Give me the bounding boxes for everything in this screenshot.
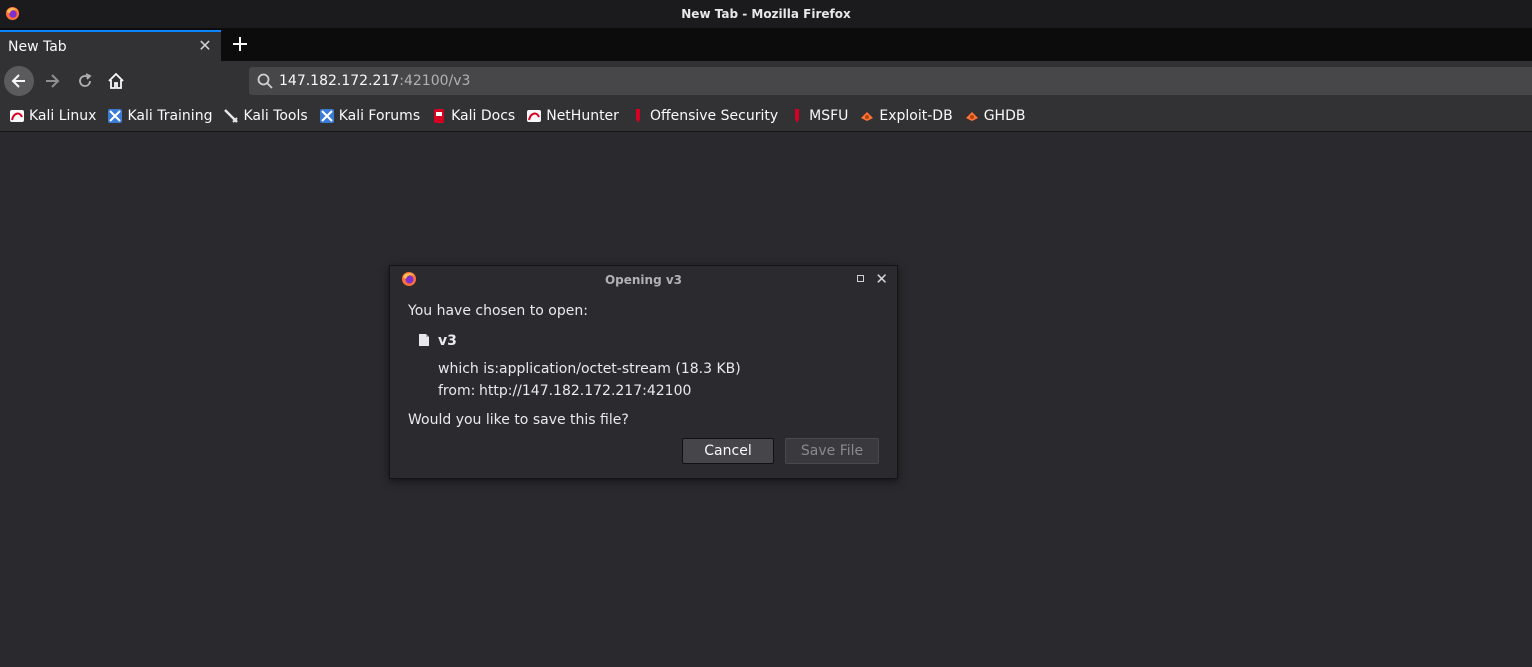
save-file-button[interactable]: Save File [785,438,879,464]
bookmark-label: GHDB [983,108,1026,124]
from-label: from: [438,383,476,399]
download-dialog: Opening v3 ✕ You have chosen to open: v3… [389,265,898,479]
kali-training-icon [108,109,123,123]
bookmark-kali-docs[interactable]: Kali Docs [431,104,515,128]
url-bar[interactable]: 147.182.172.217:42100/v3 [249,67,1532,95]
window-titlebar: New Tab - Mozilla Firefox [0,0,1532,28]
bookmark-label: Kali Docs [451,108,516,124]
bookmark-label: Offensive Security [649,108,779,124]
bookmark-kali-forums[interactable]: Kali Forums [319,104,420,128]
url-host: 147.182.172.217 [279,73,400,89]
file-name: v3 [438,333,457,349]
new-tab-plus-icon[interactable] [229,33,251,55]
bookmark-label: Exploit-DB [879,108,953,124]
reload-button[interactable] [70,66,100,96]
file-type-value: application/octet-stream (18.3 KB) [499,361,741,377]
bookmark-offensive-security[interactable]: Offensive Security [630,104,778,128]
bookmark-kali-tools[interactable]: Kali Tools [223,104,308,128]
dialog-question: Would you like to save this file? [408,412,629,428]
bookmark-label: Kali Tools [243,108,308,124]
window-title: New Tab - Mozilla Firefox [681,7,851,21]
offsec-icon [635,109,640,123]
firefox-logo-icon [5,6,20,21]
msfu-icon [795,109,800,123]
bookmark-nethunter[interactable]: NetHunter [526,104,619,128]
bookmarks-toolbar: Kali Linux Kali Training Kali Tools Kali… [0,101,1532,132]
bookmark-label: Kali Forums [338,108,421,124]
dialog-titlebar: Opening v3 ✕ [390,266,897,293]
bookmark-label: Kali Linux [29,108,97,124]
bookmark-exploit-db[interactable]: Exploit-DB [859,104,953,128]
arrow-left-icon [11,74,25,88]
kali-dragon-icon [10,110,24,122]
reload-icon [79,73,92,87]
back-button[interactable] [4,66,34,96]
forward-button[interactable] [37,66,67,96]
dialog-title: Opening v3 [604,272,683,287]
search-icon [257,73,273,89]
which-is-label: which is: [438,361,500,377]
kali-docs-icon [434,109,445,123]
dialog-intro: You have chosen to open: [408,303,588,319]
bookmark-label: MSFU [809,108,849,124]
bookmark-ghdb[interactable]: GHDB [964,104,1026,128]
tab-label: New Tab [8,38,67,55]
file-icon [419,334,429,346]
bookmark-msfu[interactable]: MSFU [789,104,848,128]
source-url-value: http://147.182.172.217:42100 [479,383,692,399]
bookmark-kali-training[interactable]: Kali Training [107,104,212,128]
firefox-logo-icon [402,272,416,286]
arrow-right-icon [46,74,60,88]
kali-forums-icon [319,109,334,123]
bookmark-label: NetHunter [546,108,619,124]
url-path: :42100/v3 [399,73,471,89]
kali-tools-icon [224,109,239,123]
home-button[interactable] [101,66,131,96]
close-icon[interactable]: ✕ [875,270,888,288]
maximize-icon[interactable] [857,275,864,282]
close-tab-icon[interactable]: ✕ [197,38,213,54]
bookmark-kali-linux[interactable]: Kali Linux [9,104,96,128]
navigation-toolbar: 147.182.172.217:42100/v3 [0,61,1532,101]
exploitdb-icon [861,112,874,121]
tab-strip: New Tab ✕ [0,28,1532,61]
bookmark-label: Kali Training [127,108,213,124]
ghdb-icon [965,112,978,121]
nethunter-icon [527,110,542,122]
cancel-button[interactable]: Cancel [682,438,774,464]
tab-new-tab[interactable]: New Tab ✕ [0,30,221,61]
home-icon [108,72,124,89]
